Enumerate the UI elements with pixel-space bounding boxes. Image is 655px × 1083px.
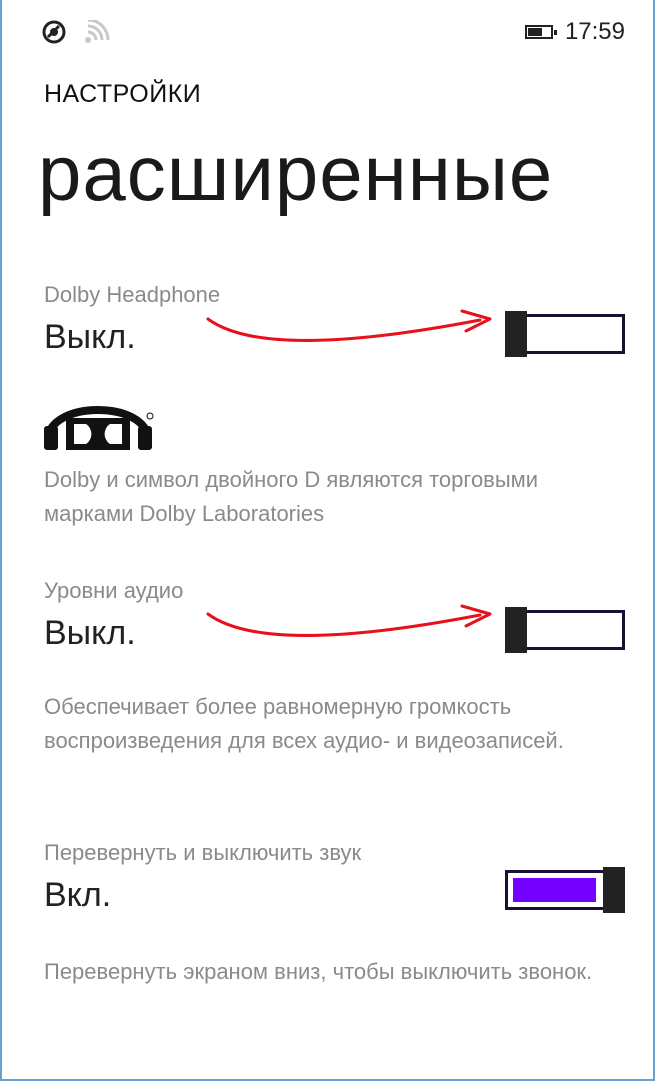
toggle-fill	[513, 878, 596, 902]
nfc-icon	[42, 20, 66, 49]
status-right: 17:59	[524, 18, 625, 46]
signal-icon	[84, 18, 112, 49]
app-title: НАСТРОЙКИ	[44, 80, 202, 108]
page-title: расширенные	[38, 129, 554, 217]
dolby-headphone-toggle[interactable]	[505, 311, 625, 357]
toggle-knob[interactable]	[603, 867, 625, 913]
status-left	[42, 18, 112, 49]
battery-icon	[524, 25, 557, 39]
setting-label: Перевернуть и выключить звук	[44, 840, 362, 865]
status-bar: 17:59	[0, 0, 655, 62]
flip-to-silence-description: Перевернуть экраном вниз, чтобы выключит…	[44, 959, 593, 984]
dolby-logo	[44, 390, 156, 457]
audio-levels-description: Обеспечивает более равномерную громкость…	[44, 694, 564, 753]
annotation-arrow	[206, 309, 492, 343]
flip-to-silence-toggle[interactable]	[505, 867, 625, 913]
battery-level	[527, 28, 543, 36]
dolby-trademark-note: Dolby и символ двойного D являются торго…	[44, 467, 539, 526]
annotation-arrow	[206, 604, 492, 638]
clock: 17:59	[564, 18, 625, 45]
toggle-knob[interactable]	[505, 311, 527, 357]
toggle-knob[interactable]	[505, 607, 527, 653]
audio-levels-toggle[interactable]	[505, 607, 625, 653]
